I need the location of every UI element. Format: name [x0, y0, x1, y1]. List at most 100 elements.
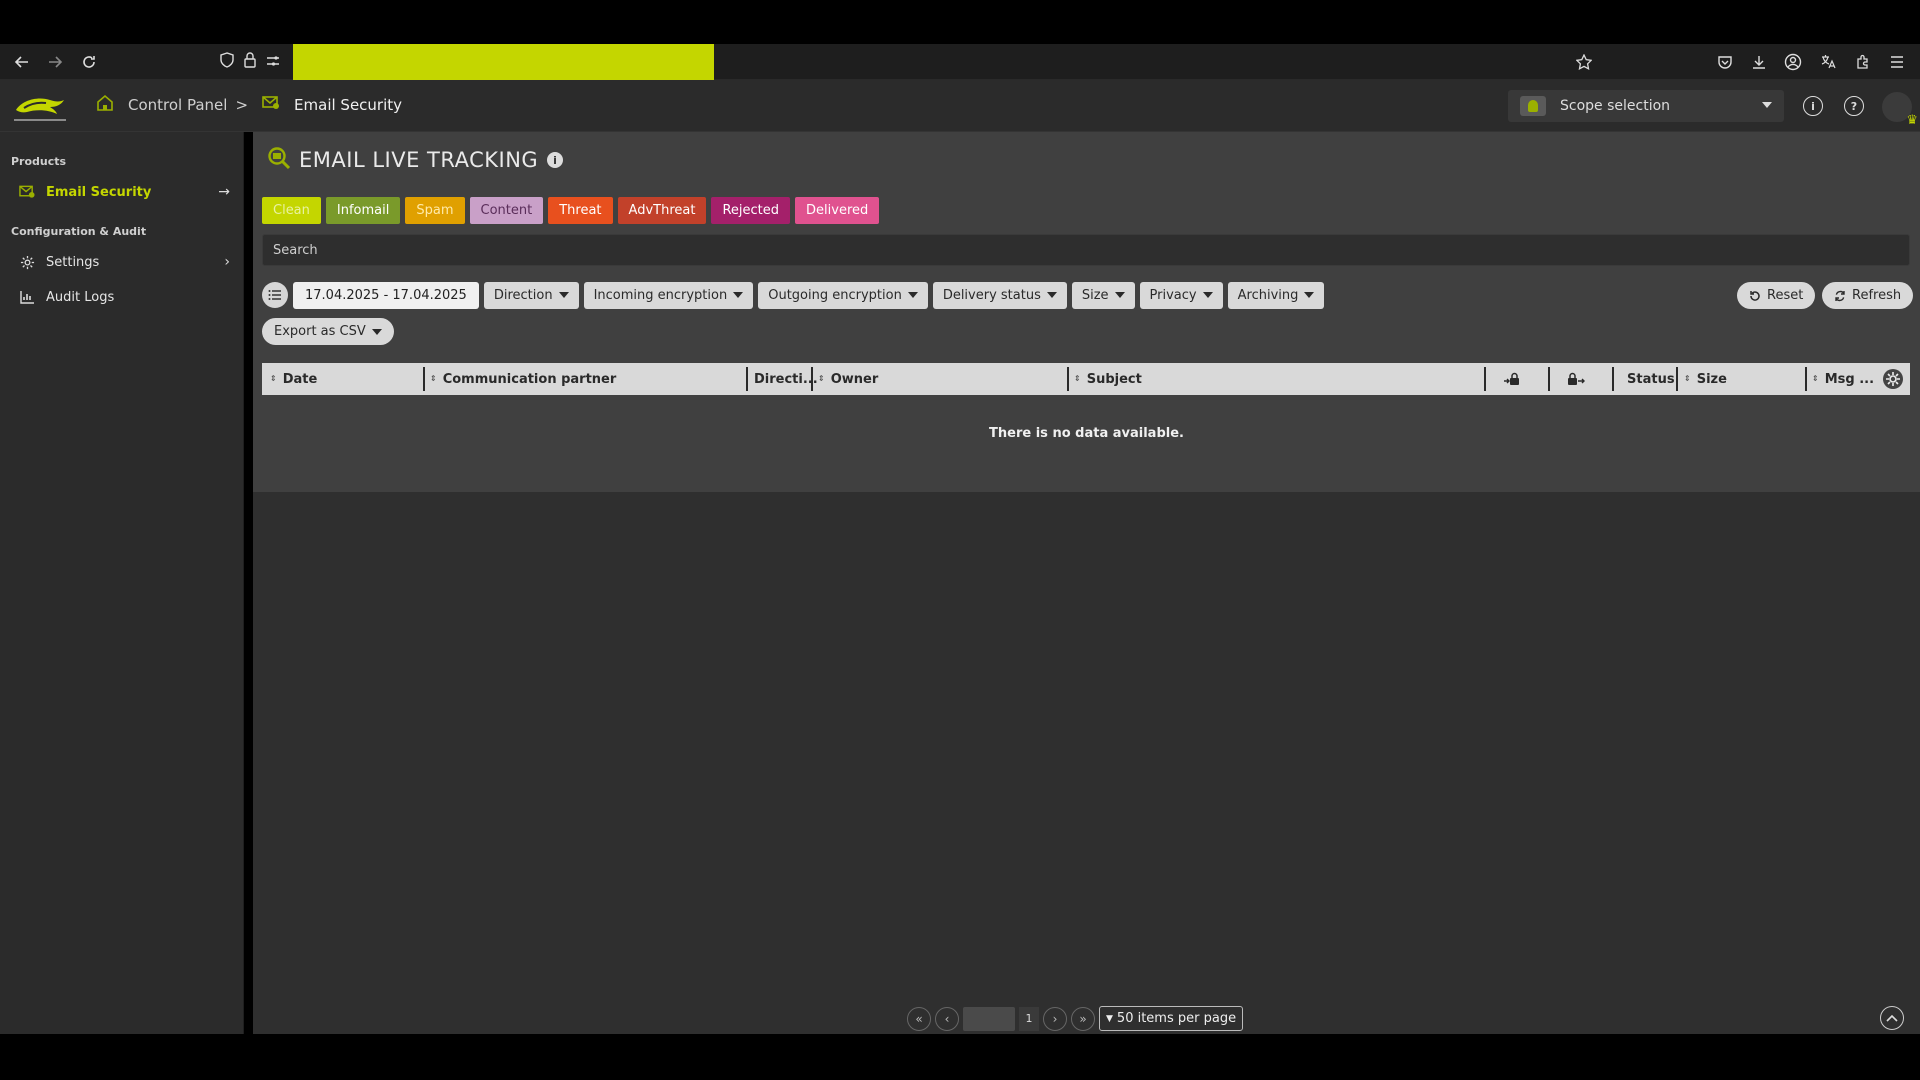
- column-size[interactable]: ⇕ Size: [1684, 363, 1727, 395]
- pagination: « ‹ 1 › » ▼ 50 items per page: [907, 1006, 1244, 1031]
- incoming-encryption-dropdown[interactable]: Incoming encryption: [583, 281, 754, 309]
- caret-down-icon: [1304, 292, 1315, 298]
- category-content[interactable]: Content: [469, 197, 544, 224]
- category-infomail[interactable]: Infomail: [325, 197, 401, 224]
- breadcrumb-control-panel[interactable]: Control Panel: [128, 96, 227, 114]
- scope-selection-label: Scope selection: [1560, 98, 1671, 114]
- back-icon[interactable]: [10, 50, 34, 74]
- lock-icon[interactable]: [244, 52, 256, 72]
- column-owner[interactable]: ⇕ Owner: [818, 363, 878, 395]
- dropdown-label: Direction: [493, 287, 553, 303]
- reset-button[interactable]: Reset: [1737, 282, 1816, 309]
- sort-icon: ⇕: [1812, 374, 1819, 383]
- reset-label: Reset: [1767, 288, 1804, 303]
- column-incoming-encryption[interactable]: [1503, 363, 1521, 395]
- sidebar-item-settings[interactable]: Settings ›: [0, 247, 244, 277]
- scope-selection-dropdown[interactable]: Scope selection: [1508, 90, 1784, 122]
- email-security-icon: [262, 95, 280, 115]
- breadcrumb-separator: >: [235, 96, 249, 114]
- avatar[interactable]: [1882, 92, 1918, 128]
- category-clean[interactable]: Clean: [262, 197, 321, 224]
- previous-page-icon[interactable]: ‹: [935, 1006, 959, 1031]
- column-settings-gear-icon[interactable]: [1882, 368, 1904, 390]
- category-rejected[interactable]: Rejected: [711, 197, 791, 224]
- pocket-icon[interactable]: [1713, 50, 1737, 74]
- chevron-down-icon: [1762, 102, 1772, 108]
- column-divider[interactable]: [1612, 367, 1614, 391]
- column-divider[interactable]: [1548, 367, 1550, 391]
- caret-down-icon: [1114, 292, 1125, 298]
- column-status[interactable]: Status: [1627, 363, 1675, 395]
- scroll-to-top-icon[interactable]: [1880, 1006, 1904, 1030]
- dropdown-label: Incoming encryption: [593, 287, 728, 303]
- column-divider[interactable]: [746, 367, 748, 391]
- list-view-icon[interactable]: [262, 282, 288, 308]
- sidebar-item-email-security[interactable]: Email Security →: [0, 177, 244, 207]
- column-date[interactable]: ⇕ Date: [270, 363, 317, 395]
- size-dropdown[interactable]: Size: [1071, 281, 1135, 309]
- main-panel: EMAIL LIVE TRACKING i Clean Infomail Spa…: [253, 132, 1920, 492]
- page-number-input[interactable]: [963, 1006, 1015, 1031]
- category-advthreat[interactable]: AdvThreat: [617, 197, 707, 224]
- column-divider[interactable]: [811, 367, 813, 391]
- extensions-icon[interactable]: [1851, 50, 1875, 74]
- sort-icon: ⇕: [270, 374, 277, 383]
- refresh-label: Refresh: [1852, 288, 1902, 303]
- privacy-dropdown[interactable]: Privacy: [1139, 281, 1223, 309]
- column-divider[interactable]: [1067, 367, 1069, 391]
- refresh-button[interactable]: Refresh: [1822, 282, 1914, 309]
- translate-icon[interactable]: [1816, 50, 1840, 74]
- caret-down-icon: [907, 292, 918, 298]
- column-outgoing-encryption[interactable]: [1567, 363, 1585, 395]
- search-mail-icon: [267, 146, 291, 170]
- last-page-icon[interactable]: »: [1071, 1006, 1095, 1031]
- info-icon[interactable]: i: [1803, 96, 1823, 116]
- hornetsecurity-logo[interactable]: [10, 92, 70, 122]
- next-page-icon[interactable]: ›: [1043, 1006, 1067, 1031]
- browser-toolbar: [0, 44, 1920, 80]
- category-threat[interactable]: Threat: [548, 197, 613, 224]
- dropdown-label: Size: [1081, 287, 1109, 303]
- forward-icon[interactable]: [43, 50, 67, 74]
- category-delivered[interactable]: Delivered: [795, 197, 880, 224]
- shield-icon[interactable]: [220, 52, 234, 72]
- column-subject[interactable]: ⇕ Subject: [1074, 363, 1142, 395]
- column-divider[interactable]: [1676, 367, 1678, 391]
- permissions-icon[interactable]: [266, 53, 280, 72]
- sort-icon: ⇕: [430, 374, 437, 383]
- user-icon: [1520, 96, 1546, 116]
- archiving-dropdown[interactable]: Archiving: [1227, 281, 1325, 309]
- page-title: EMAIL LIVE TRACKING: [299, 148, 539, 172]
- column-divider[interactable]: [423, 367, 425, 391]
- reload-icon[interactable]: [77, 50, 101, 74]
- page-size-dropdown[interactable]: ▼ 50 items per page: [1099, 1006, 1244, 1031]
- search-input[interactable]: Search: [262, 234, 1910, 266]
- column-divider[interactable]: [1484, 367, 1486, 391]
- date-range-picker[interactable]: 17.04.2025 - 17.04.2025: [293, 281, 479, 309]
- column-message[interactable]: ⇕ Msg ...: [1812, 363, 1874, 395]
- download-icon[interactable]: [1747, 50, 1771, 74]
- outgoing-encryption-dropdown[interactable]: Outgoing encryption: [758, 281, 928, 309]
- direction-dropdown[interactable]: Direction: [483, 281, 579, 309]
- total-pages: 1: [1019, 1006, 1039, 1031]
- bookmark-star-icon[interactable]: [1572, 50, 1596, 74]
- sidebar-item-audit-logs[interactable]: Audit Logs: [0, 282, 244, 312]
- account-icon[interactable]: [1781, 50, 1805, 74]
- column-divider[interactable]: [1805, 367, 1807, 391]
- home-icon[interactable]: [96, 94, 114, 116]
- column-direction[interactable]: Directi...: [754, 363, 818, 395]
- gear-icon: [19, 254, 35, 270]
- export-csv-button[interactable]: Export as CSV: [262, 318, 394, 345]
- url-field[interactable]: [293, 44, 714, 81]
- page-size-label: 50 items per page: [1116, 1011, 1237, 1026]
- column-communication-partner[interactable]: ⇕ Communication partner: [430, 363, 616, 395]
- category-spam[interactable]: Spam: [405, 197, 465, 224]
- help-icon[interactable]: ?: [1844, 96, 1864, 116]
- first-page-icon[interactable]: «: [907, 1006, 931, 1031]
- outgoing-lock-icon: [1568, 372, 1585, 385]
- delivery-status-dropdown[interactable]: Delivery status: [932, 281, 1067, 309]
- column-label: Communication partner: [442, 371, 617, 387]
- menu-icon[interactable]: [1885, 50, 1909, 74]
- sort-icon: ⇕: [818, 374, 825, 383]
- info-icon[interactable]: i: [547, 152, 563, 168]
